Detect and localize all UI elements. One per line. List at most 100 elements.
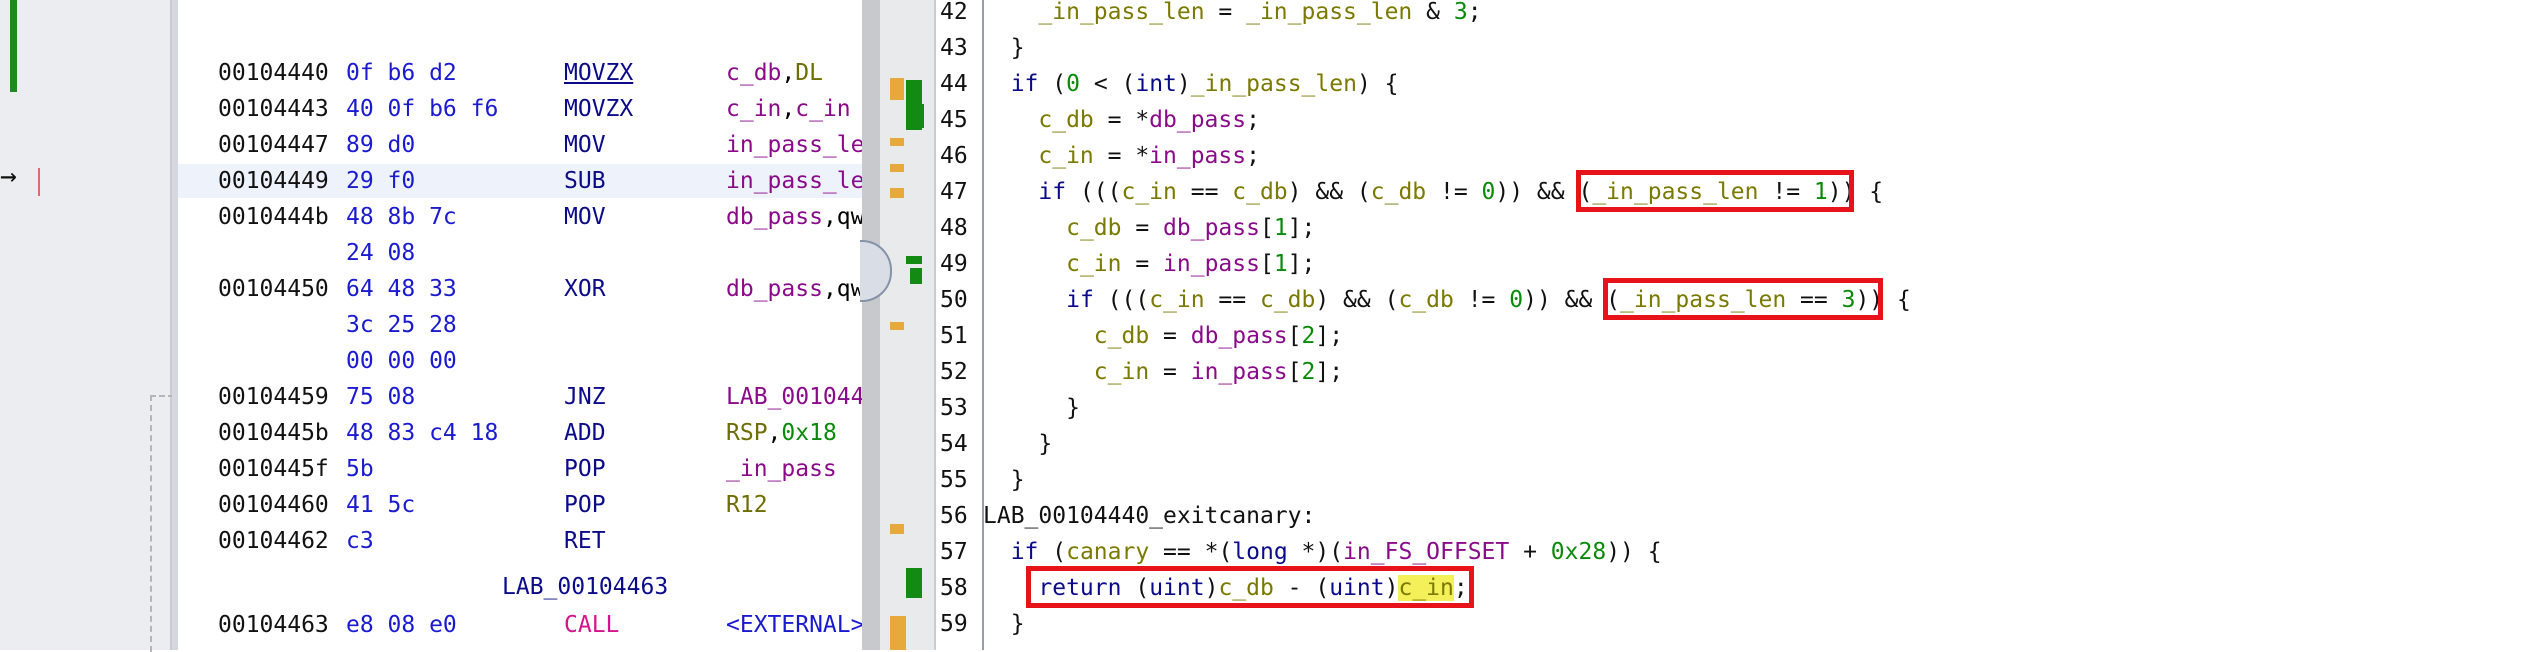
code-token[interactable]: 0 <box>1066 71 1080 97</box>
code-token[interactable]: in_pass <box>1191 359 1288 385</box>
code-token[interactable]: _in_pass_len <box>1246 0 1412 25</box>
listing-mnemonic[interactable]: MOV <box>564 200 606 234</box>
listing-panel[interactable]: 00104440 0f b6 d2 MOVZX c_db,DL 00104443 40 0… <box>172 0 862 650</box>
code-token[interactable]: db_pass <box>1163 215 1260 241</box>
code-line[interactable]: } <box>983 462 1025 498</box>
code-token[interactable]: c_db <box>1398 287 1453 313</box>
code-token[interactable]: if <box>1011 71 1039 97</box>
code-token[interactable]: _in_pass_len <box>1191 71 1357 97</box>
listing-row[interactable]: 24 08 <box>178 236 862 270</box>
listing-mnemonic[interactable]: SUB <box>564 164 606 198</box>
code-line[interactable]: c_in = in_pass[1]; <box>983 246 1315 282</box>
code-line[interactable]: c_in = *in_pass; <box>983 138 1260 174</box>
listing-mnemonic[interactable]: XOR <box>564 272 606 306</box>
code-line[interactable]: } <box>983 390 1080 426</box>
code-token[interactable]: c_in <box>1149 287 1204 313</box>
listing-mnemonic[interactable]: POP <box>564 488 606 522</box>
listing-operands[interactable]: <EXTERNAL> <box>726 608 862 642</box>
code-line[interactable]: c_db = db_pass[1]; <box>983 210 1315 246</box>
operand-token[interactable]: RSP <box>726 420 768 446</box>
code-token[interactable]: c_db <box>1038 107 1093 133</box>
listing-row[interactable]: 00104447 89 d0 MOV in_pass_le <box>178 128 862 162</box>
operand-token[interactable]: <EXTERNAL> <box>726 612 862 638</box>
code-token[interactable]: 0 <box>1509 287 1523 313</box>
code-token[interactable]: 2 <box>1302 323 1316 349</box>
operand-token[interactable]: db_pass <box>726 276 823 302</box>
operand-token[interactable]: R12 <box>726 492 768 518</box>
code-token[interactable]: c_in <box>1121 179 1176 205</box>
code-line[interactable]: c_in = in_pass[2]; <box>983 354 1343 390</box>
operand-token[interactable]: _in_pass <box>726 456 837 482</box>
code-token[interactable]: in_pass <box>1149 143 1246 169</box>
listing-row[interactable]: 00104460 41 5c POP R12 <box>178 488 862 522</box>
code-token[interactable]: c_in <box>1066 251 1121 277</box>
code-token[interactable]: 3 <box>1454 0 1468 25</box>
code-token[interactable]: 1 <box>1274 251 1288 277</box>
code-token[interactable]: _in_pass_len <box>1038 0 1204 25</box>
operand-token[interactable]: c_in <box>726 96 781 122</box>
code-token[interactable]: if <box>1011 539 1039 565</box>
code-line[interactable]: c_db = *db_pass; <box>983 102 1260 138</box>
code-token[interactable]: long <box>1232 539 1287 565</box>
code-token[interactable]: 0 <box>1482 179 1496 205</box>
code-token[interactable]: int <box>1135 71 1177 97</box>
code-line[interactable]: c_db = db_pass[2]; <box>983 318 1343 354</box>
listing-mnemonic[interactable]: MOV <box>564 128 606 162</box>
listing-row[interactable]: 0010444b 48 8b 7c MOV db_pass,qw <box>178 200 862 234</box>
code-token[interactable]: db_pass <box>1191 323 1288 349</box>
code-token[interactable]: if <box>1038 179 1066 205</box>
listing-mnemonic[interactable]: RET <box>564 524 606 558</box>
listing-row[interactable]: 00104462 c3 RET <box>178 524 862 558</box>
code-line[interactable]: if (0 < (int)_in_pass_len) { <box>983 66 1399 102</box>
code-token[interactable]: 0x28 <box>1551 539 1606 565</box>
listing-operands[interactable]: _in_pass <box>726 452 837 486</box>
listing-row[interactable]: 00104450 64 48 33 XOR db_pass,qw <box>178 272 862 306</box>
code-token[interactable]: c_in <box>1094 359 1149 385</box>
listing-mnemonic[interactable]: POP <box>564 452 606 486</box>
code-token[interactable]: c_db <box>1260 287 1315 313</box>
listing-mnemonic[interactable]: ADD <box>564 416 606 450</box>
listing-row[interactable]: 00104440 0f b6 d2 MOVZX c_db,DL <box>178 56 862 90</box>
code-line[interactable]: } <box>983 426 1052 462</box>
listing-row[interactable]: 00 00 00 <box>178 344 862 378</box>
code-token[interactable]: db_pass <box>1149 107 1246 133</box>
code-token[interactable]: c_db <box>1232 179 1287 205</box>
code-token[interactable]: if <box>1066 287 1094 313</box>
listing-operands[interactable]: in_pass_le <box>726 128 862 162</box>
code-token[interactable]: canary <box>1066 539 1149 565</box>
listing-row[interactable]: 00104463 e8 08 e0 CALL <EXTERNAL> <box>178 608 862 642</box>
listing-operands[interactable]: in_pass_le <box>726 164 862 198</box>
listing-operands[interactable]: c_db,DL <box>726 56 823 90</box>
listing-row[interactable]: 00104459 75 08 JNZ LAB_001044 <box>178 380 862 414</box>
listing-row[interactable]: 00104443 40 0f b6 f6 MOVZX c_in,c_in <box>178 92 862 126</box>
operand-token[interactable]: c_in <box>795 96 850 122</box>
listing-row[interactable]: 0010445f 5b POP _in_pass <box>178 452 862 486</box>
code-line[interactable]: LAB_00104440_exitcanary: <box>983 498 1315 534</box>
code-token[interactable]: 1 <box>1274 215 1288 241</box>
code-token[interactable]: in_pass <box>1163 251 1260 277</box>
code-line[interactable]: _in_pass_len = _in_pass_len & 3; <box>983 0 1481 30</box>
listing-operands[interactable]: db_pass,qw <box>726 200 862 234</box>
listing-operands[interactable]: db_pass,qw <box>726 272 862 306</box>
listing-mnemonic[interactable]: CALL <box>564 608 619 642</box>
listing-row[interactable]: 00104449 29 f0 SUB in_pass_le <box>178 164 862 198</box>
code-token[interactable]: c_in <box>1038 143 1093 169</box>
listing-mnemonic[interactable]: MOVZX <box>564 92 633 126</box>
operand-token[interactable]: in_pass_le <box>726 132 862 158</box>
operand-token[interactable]: LAB_001044 <box>726 384 862 410</box>
code-token[interactable]: c_db <box>1371 179 1426 205</box>
code-line[interactable]: } <box>983 606 1025 642</box>
code-token[interactable]: 2 <box>1302 359 1316 385</box>
code-token[interactable]: c_db <box>1066 215 1121 241</box>
listing-operands[interactable]: c_in,c_in <box>726 92 851 126</box>
code-token[interactable]: c_db <box>1094 323 1149 349</box>
listing-row[interactable]: 0010445b 48 83 c4 18 ADD RSP,0x18 <box>178 416 862 450</box>
listing-operands[interactable]: LAB_001044 <box>726 380 862 414</box>
listing-mnemonic[interactable]: MOVZX <box>564 56 633 90</box>
operand-token[interactable]: in_pass_le <box>726 168 862 194</box>
listing-operands[interactable]: RSP,0x18 <box>726 416 837 450</box>
listing-mnemonic[interactable]: JNZ <box>564 380 606 414</box>
operand-token[interactable]: DL <box>795 60 823 86</box>
listing-row[interactable]: 3c 25 28 <box>178 308 862 342</box>
listing-operands[interactable]: R12 <box>726 488 768 522</box>
